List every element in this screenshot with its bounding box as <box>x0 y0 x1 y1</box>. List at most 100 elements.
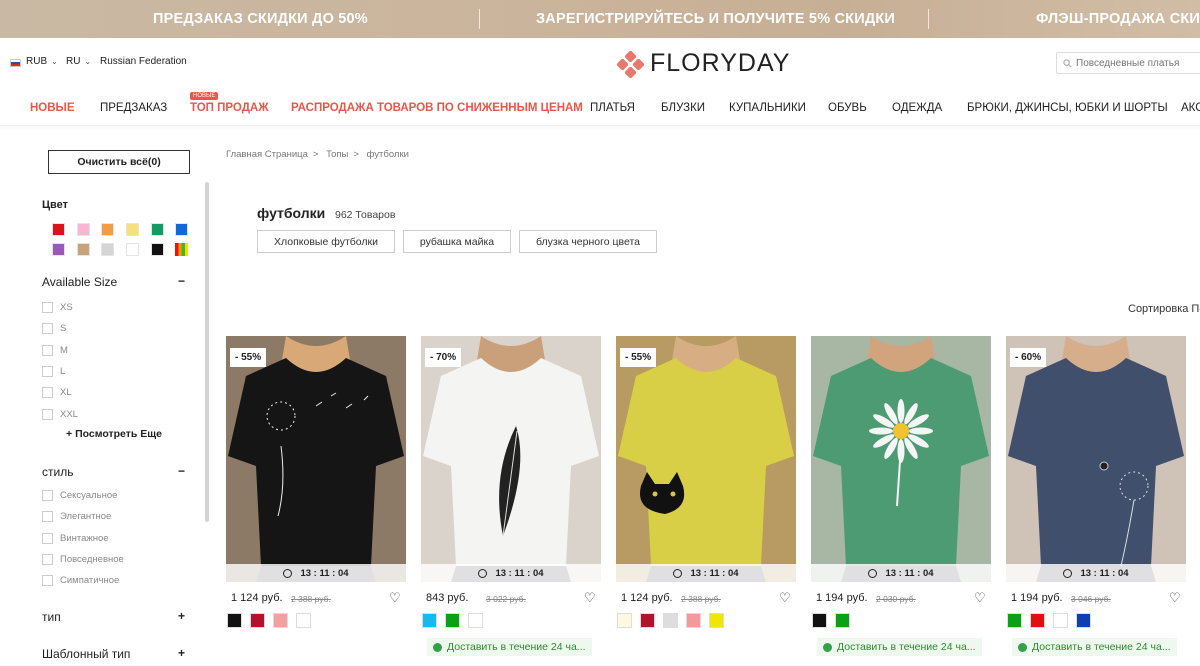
heart-icon[interactable]: ♡ <box>1169 590 1181 606</box>
product-color-swatch[interactable] <box>273 613 288 628</box>
product-image[interactable] <box>811 336 991 582</box>
sort-selector[interactable]: Сортировка По <box>1128 303 1200 315</box>
product-card[interactable]: - 55% 13 : 11 : 04 1 124 руб. 2 388 руб. ♡ <box>226 336 406 666</box>
related-tag[interactable]: блузка черного цвета <box>519 230 657 253</box>
language-selector[interactable]: RU ⌄ <box>66 56 91 67</box>
color-swatch[interactable] <box>175 243 188 256</box>
color-swatch[interactable] <box>77 243 90 256</box>
color-swatch[interactable] <box>77 223 90 236</box>
nav-item-top-sales[interactable]: ТОП ПРОДАЖ <box>190 102 269 114</box>
type-filter-title[interactable]: тип <box>42 610 61 624</box>
style-filter-title[interactable]: стиль <box>42 465 73 479</box>
floryday-logo[interactable]: FLORYDAY <box>616 49 790 79</box>
checkbox[interactable] <box>42 575 53 587</box>
color-swatch[interactable] <box>52 243 65 256</box>
nav-item-bottoms[interactable]: БРЮКИ, ДЖИНСЫ, ЮБКИ И ШОРТЫ <box>967 102 1168 114</box>
product-card[interactable]: - 60% 13 : 11 : 04 1 194 руб. 3 046 руб. ♡ До… <box>1006 336 1186 666</box>
heart-icon[interactable]: ♡ <box>389 590 401 606</box>
color-swatch[interactable] <box>52 223 65 236</box>
checkbox[interactable] <box>42 490 53 501</box>
checkbox[interactable] <box>42 532 53 544</box>
product-color-swatch[interactable] <box>422 613 437 628</box>
product-card[interactable]: - 55% 13 : 11 : 04 1 124 руб. 2 388 руб. ♡ <box>616 336 796 666</box>
product-image[interactable] <box>1006 336 1186 582</box>
size-option[interactable]: L <box>42 365 65 377</box>
search-box[interactable] <box>1056 52 1200 74</box>
product-color-swatch[interactable] <box>835 613 850 628</box>
color-swatch[interactable] <box>151 223 164 236</box>
see-more-link[interactable]: + Посмотреть Еще <box>66 428 162 440</box>
size-option[interactable]: XL <box>42 387 72 399</box>
pattern-filter-title[interactable]: Шаблонный тип <box>42 647 130 661</box>
product-color-swatch[interactable] <box>1053 613 1068 628</box>
color-swatch[interactable] <box>126 223 139 236</box>
product-color-swatch[interactable] <box>250 613 265 628</box>
product-card[interactable]: 13 : 11 : 04 1 194 руб. 2 030 руб. ♡ Достави… <box>811 336 991 666</box>
product-color-swatch[interactable] <box>227 613 242 628</box>
style-option[interactable]: Повседневное <box>42 553 124 565</box>
nav-item-dresses[interactable]: ПЛАТЬЯ <box>590 102 635 114</box>
sidebar-scrollbar[interactable] <box>205 182 209 522</box>
expand-icon[interactable]: + <box>178 646 185 660</box>
checkbox[interactable] <box>42 387 53 399</box>
nav-item-new[interactable]: НОВЫЕ <box>30 102 74 114</box>
product-color-swatch[interactable] <box>1076 613 1091 628</box>
product-color-swatch[interactable] <box>812 613 827 628</box>
promo-item-preorder[interactable]: ПРЕДЗАКАЗ СКИДКИ ДО 50% <box>153 11 368 27</box>
size-option[interactable]: XS <box>42 302 73 313</box>
checkbox[interactable] <box>42 344 53 356</box>
country-selector[interactable]: Russian Federation <box>100 56 187 67</box>
product-image[interactable] <box>616 336 796 582</box>
size-option[interactable]: XXL <box>42 408 78 420</box>
nav-item-sale[interactable]: РАСПРОДАЖА ТОВАРОВ ПО СНИЖЕННЫМ ЦЕНАМ <box>291 102 583 114</box>
size-option[interactable]: M <box>42 344 68 356</box>
breadcrumb-tops[interactable]: Топы <box>326 149 348 160</box>
heart-icon[interactable]: ♡ <box>779 590 791 606</box>
product-color-swatch[interactable] <box>1007 613 1022 628</box>
promo-banner[interactable]: ПРЕДЗАКАЗ СКИДКИ ДО 50% ЗАРЕГИСТРИРУЙТЕС… <box>0 0 1200 38</box>
related-tag[interactable]: рубашка майка <box>403 230 511 253</box>
search-input[interactable] <box>1076 57 1196 69</box>
promo-item-register[interactable]: ЗАРЕГИСТРИРУЙТЕСЬ И ПОЛУЧИТЕ 5% СКИДКИ <box>536 11 895 27</box>
nav-item-accessories[interactable]: АКС <box>1181 102 1200 114</box>
color-swatch[interactable] <box>151 243 164 256</box>
checkbox[interactable] <box>42 553 53 565</box>
product-color-swatch[interactable] <box>686 613 701 628</box>
collapse-icon[interactable]: − <box>178 274 185 288</box>
product-color-swatch[interactable] <box>709 613 724 628</box>
style-option[interactable]: Сексуальное <box>42 490 117 501</box>
collapse-icon[interactable]: − <box>178 464 185 478</box>
color-swatch[interactable] <box>126 243 139 256</box>
related-tag[interactable]: Хлопковые футболки <box>257 230 395 253</box>
product-color-swatch[interactable] <box>445 613 460 628</box>
heart-icon[interactable]: ♡ <box>974 590 986 606</box>
style-option[interactable]: Симпатичное <box>42 575 119 587</box>
expand-icon[interactable]: + <box>178 609 185 623</box>
product-image[interactable] <box>226 336 406 582</box>
checkbox[interactable] <box>42 302 53 313</box>
breadcrumb-home[interactable]: Главная Страница <box>226 149 308 160</box>
clear-all-button[interactable]: Очистить всё(0) <box>48 150 190 174</box>
checkbox[interactable] <box>42 408 53 420</box>
product-image[interactable] <box>421 336 601 582</box>
color-swatch[interactable] <box>101 223 114 236</box>
color-swatch[interactable] <box>101 243 114 256</box>
checkbox[interactable] <box>42 323 53 335</box>
style-option[interactable]: Винтажное <box>42 532 109 544</box>
size-filter-title[interactable]: Available Size <box>42 275 117 289</box>
style-option[interactable]: Элегантное <box>42 511 111 523</box>
checkbox[interactable] <box>42 365 53 377</box>
product-color-swatch[interactable] <box>468 613 483 628</box>
promo-item-flash[interactable]: ФЛЭШ-ПРОДАЖА СКИД <box>1036 11 1200 27</box>
heart-icon[interactable]: ♡ <box>584 590 596 606</box>
color-swatch[interactable] <box>175 223 188 236</box>
nav-item-preorder[interactable]: ПРЕДЗАКАЗ <box>100 102 167 114</box>
currency-selector[interactable]: RUB ⌄ <box>26 56 58 67</box>
product-color-swatch[interactable] <box>1030 613 1045 628</box>
product-color-swatch[interactable] <box>617 613 632 628</box>
product-color-swatch[interactable] <box>640 613 655 628</box>
size-option[interactable]: S <box>42 323 66 335</box>
nav-item-shoes[interactable]: ОБУВЬ <box>828 102 867 114</box>
nav-item-clothing[interactable]: ОДЕЖДА <box>892 102 942 114</box>
product-color-swatch[interactable] <box>296 613 311 628</box>
